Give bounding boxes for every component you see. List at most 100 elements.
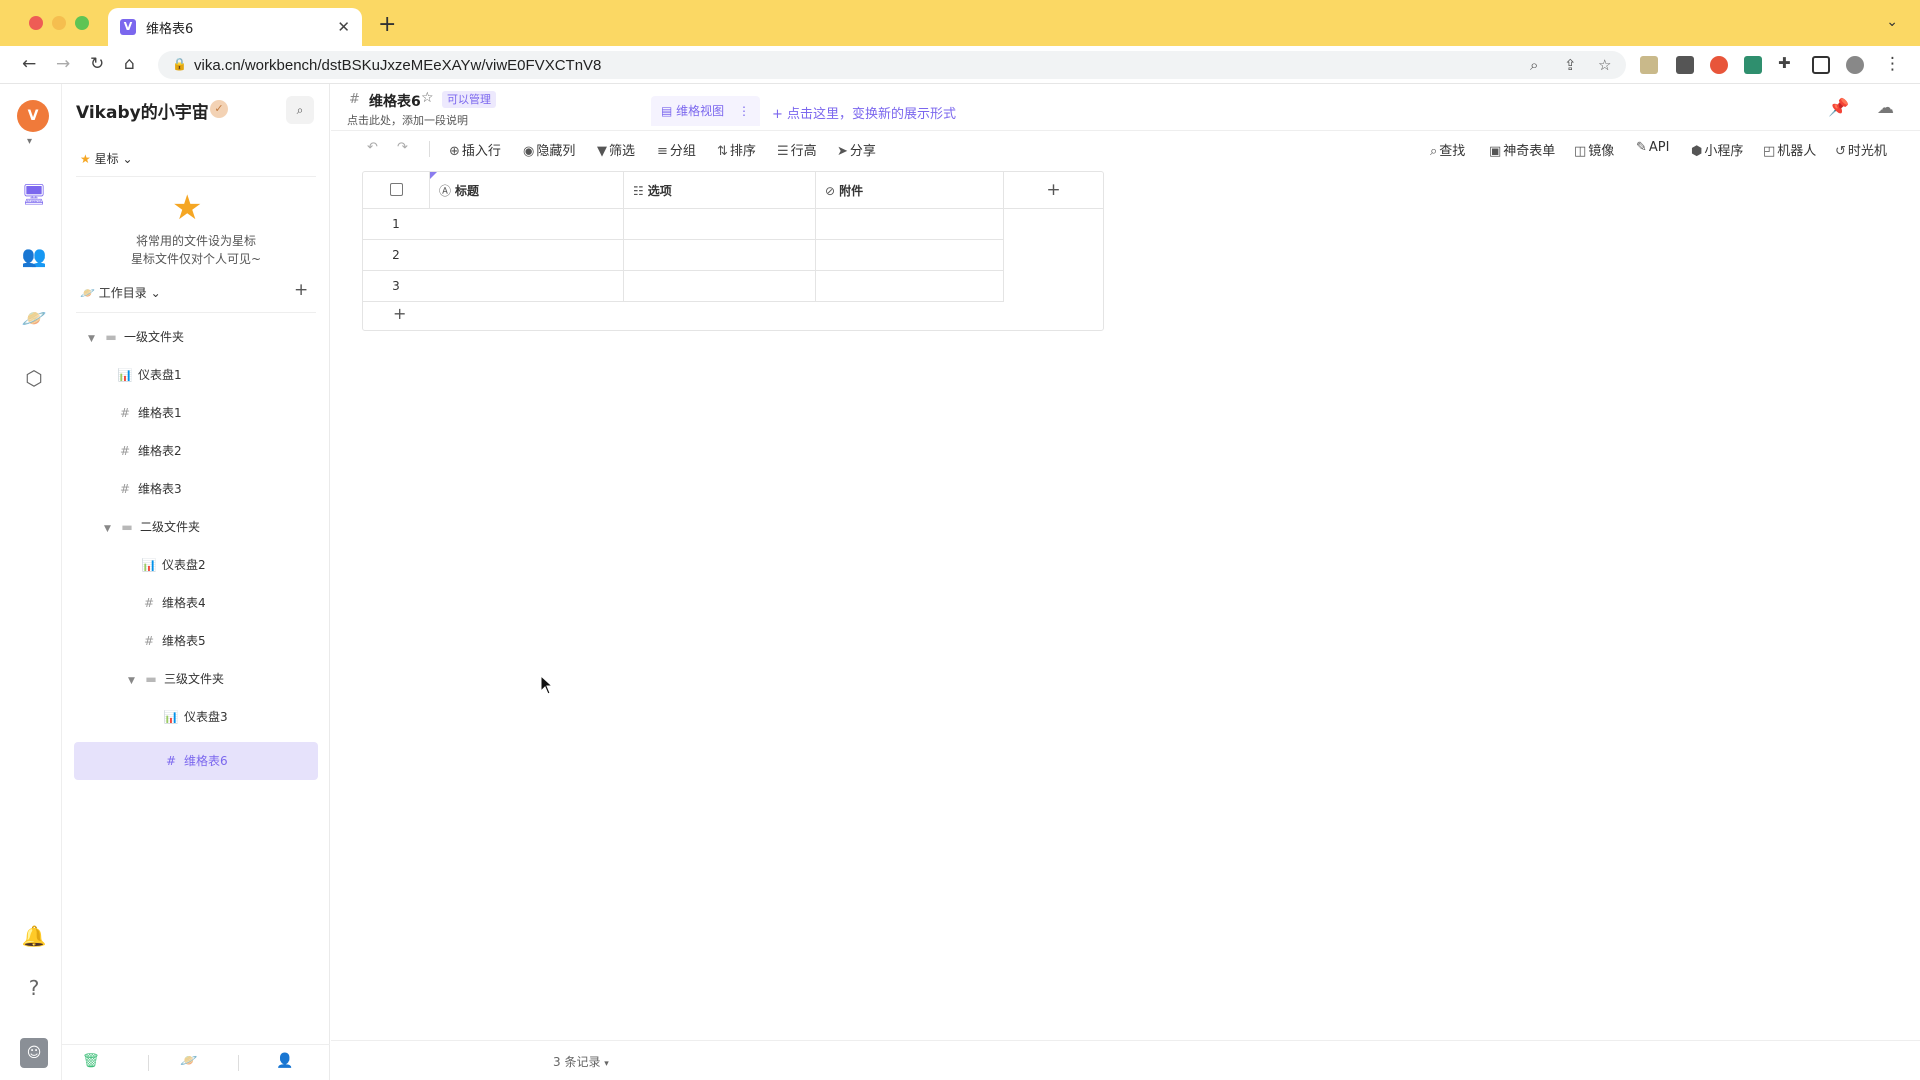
find-button[interactable]: ⌕ 查找 (1430, 140, 1465, 159)
add-column-button[interactable]: + (1003, 172, 1103, 209)
sidebar-search-icon[interactable]: ⌕ (286, 96, 314, 124)
tree-sheet-5[interactable]: # 维格表5 (140, 626, 206, 656)
workbench-icon[interactable]: 🖥 (21, 182, 47, 206)
filter-button[interactable]: ▼ 筛选 (597, 140, 635, 159)
add-view-button[interactable]: + 点击这里，变换新的展示形式 (772, 103, 956, 122)
help-icon[interactable]: ? (21, 976, 47, 1000)
column-header-options[interactable]: ☷ 选项 (633, 182, 672, 199)
favorite-star-icon[interactable]: ☆ (421, 90, 434, 106)
profile-avatar-icon[interactable] (1846, 56, 1864, 74)
sort-button[interactable]: ⇅ 排序 (717, 140, 756, 159)
group-button[interactable]: ≡ 分组 (657, 140, 696, 159)
mirror-button[interactable]: ◫ 镜像 (1574, 140, 1614, 159)
tree-folder-level1[interactable]: ▼ ▬ 一级文件夹 (88, 322, 184, 352)
extension-image-icon[interactable] (1640, 56, 1658, 74)
datasheet-hash-icon: # (143, 634, 155, 648)
eye-icon: ◉ (523, 144, 535, 159)
space-name[interactable]: Vikaby的小宇宙 (76, 98, 209, 123)
column-header-title[interactable]: Ⓐ 标题 (439, 182, 479, 199)
user-avatar[interactable]: ☺ (20, 1038, 48, 1068)
tab-close-icon[interactable]: ✕ (337, 18, 350, 36)
table-row[interactable]: 1 (363, 209, 1004, 240)
pin-icon[interactable]: 📌 (1828, 98, 1849, 118)
add-view-label: 点击这里，变换新的展示形式 (787, 107, 957, 122)
share-page-icon[interactable]: ⇪ (1564, 56, 1577, 74)
star-section-header[interactable]: ★ 星标 ⌄ (80, 150, 133, 167)
datasheet-hash-icon: # (349, 92, 360, 107)
tree-sheet-6[interactable]: # 维格表6 (74, 742, 318, 780)
zoom-icon[interactable]: ⌕ (1530, 56, 1538, 74)
caret-down-icon[interactable]: ▼ (128, 666, 142, 696)
folder-icon: ▬ (121, 520, 133, 534)
table-row[interactable]: 3 (363, 271, 1004, 302)
tree-sheet-2[interactable]: # 维格表2 (116, 436, 182, 466)
table-row[interactable]: 2 (363, 240, 1004, 271)
browser-tab[interactable]: V 维格表6 ✕ (108, 8, 362, 46)
time-machine-button[interactable]: ↺ 时光机 (1835, 140, 1887, 159)
datasheet-description[interactable]: 点击此处，添加一段说明 (347, 112, 468, 128)
tab-list-chevron-icon[interactable]: ⌄ (1886, 14, 1898, 30)
tree-sheet-1[interactable]: # 维格表1 (116, 398, 182, 428)
robot-button[interactable]: ◰ 机器人 (1763, 140, 1816, 159)
empty-star-illustration-icon: ★ (172, 188, 203, 228)
maximize-window-button[interactable] (75, 16, 89, 30)
dashboard-chart-icon: 📊 (141, 558, 157, 572)
divider (331, 130, 1920, 131)
api-button[interactable]: ✎ API (1636, 140, 1669, 155)
tab-grid-view[interactable]: ▤ 维格视图 ⋮ (651, 96, 761, 126)
tree-dashboard-1[interactable]: 📊 仪表盘1 (116, 360, 182, 390)
cloud-sync-icon[interactable]: ☁ (1877, 98, 1894, 118)
extensions-puzzle-icon[interactable]: ✚ (1778, 54, 1791, 72)
trash-icon[interactable]: 🗑 (82, 1053, 100, 1069)
hide-columns-button[interactable]: ◉ 隐藏列 (523, 140, 575, 159)
tree-folder-level3[interactable]: ▼ ▬ 三级文件夹 (128, 664, 224, 694)
forward-icon[interactable]: → (56, 54, 70, 74)
tree-dashboard-2[interactable]: 📊 仪表盘2 (140, 550, 206, 580)
space-switch-chevron-icon[interactable]: ▾ (27, 136, 32, 147)
datasheet-title[interactable]: 维格表6 (369, 91, 421, 111)
members-icon[interactable]: 👥 (21, 244, 47, 268)
space-logo-icon[interactable]: V (17, 100, 49, 132)
view-more-icon[interactable]: ⋮ (738, 104, 750, 118)
minimize-window-button[interactable] (52, 16, 66, 30)
close-window-button[interactable] (29, 16, 43, 30)
invite-member-icon[interactable]: 👤 (276, 1053, 293, 1069)
undo-icon[interactable]: ↶ (367, 140, 378, 155)
new-tab-icon[interactable]: + (378, 12, 396, 37)
workdir-section-header[interactable]: 🪐 工作目录 ⌄ (80, 284, 161, 301)
browser-menu-icon[interactable]: ⋮ (1884, 54, 1901, 74)
widget-button[interactable]: ⬢ 小程序 (1691, 140, 1743, 159)
insert-row-button[interactable]: ⊕ 插入行 (449, 140, 501, 159)
add-node-button[interactable]: + (294, 280, 308, 300)
caret-down-icon[interactable]: ▼ (88, 324, 102, 354)
extension-red-icon[interactable] (1710, 56, 1728, 74)
divider (1003, 209, 1004, 240)
redo-icon[interactable]: ↷ (397, 140, 408, 155)
column-header-attachment[interactable]: ⊘ 附件 (825, 182, 863, 199)
caret-down-icon[interactable]: ▼ (104, 514, 118, 544)
home-icon[interactable]: ⌂ (124, 54, 135, 74)
tree-dashboard-3[interactable]: 📊 仪表盘3 (162, 702, 228, 732)
url-field[interactable]: 🔒 vika.cn/workbench/dstBSKuJxzeMEeXAYw/v… (158, 51, 1626, 79)
back-icon[interactable]: ← (22, 54, 36, 74)
reload-icon[interactable]: ↻ (90, 54, 104, 74)
side-panel-icon[interactable] (1812, 56, 1830, 74)
tree-folder-level2[interactable]: ▼ ▬ 二级文件夹 (104, 512, 200, 542)
form-button[interactable]: ▣ 神奇表单 (1489, 140, 1555, 159)
extension-flag-icon[interactable] (1676, 56, 1694, 74)
add-row-button[interactable]: + (393, 304, 406, 323)
template-planet-icon[interactable]: 🪐 (180, 1053, 197, 1069)
tree-sheet-4[interactable]: # 维格表4 (140, 588, 206, 618)
notification-bell-icon[interactable]: 🔔 (21, 924, 47, 948)
select-all-checkbox[interactable] (390, 183, 403, 196)
share-button[interactable]: ➤ 分享 (837, 140, 876, 159)
lock-icon: 🔒 (172, 57, 187, 71)
template-planet-icon[interactable]: 🪐 (21, 306, 47, 330)
data-grid: Ⓐ 标题 ☷ 选项 ⊘ 附件 + 1 2 3 + (362, 171, 1104, 331)
row-height-button[interactable]: ☰ 行高 (777, 140, 817, 159)
settings-hexagon-icon[interactable]: ⬡ (21, 366, 47, 390)
tree-sheet-3[interactable]: # 维格表3 (116, 474, 182, 504)
robot-label: 机器人 (1777, 144, 1817, 159)
bookmark-star-icon[interactable]: ☆ (1598, 56, 1611, 74)
extension-green-icon[interactable] (1744, 56, 1762, 74)
